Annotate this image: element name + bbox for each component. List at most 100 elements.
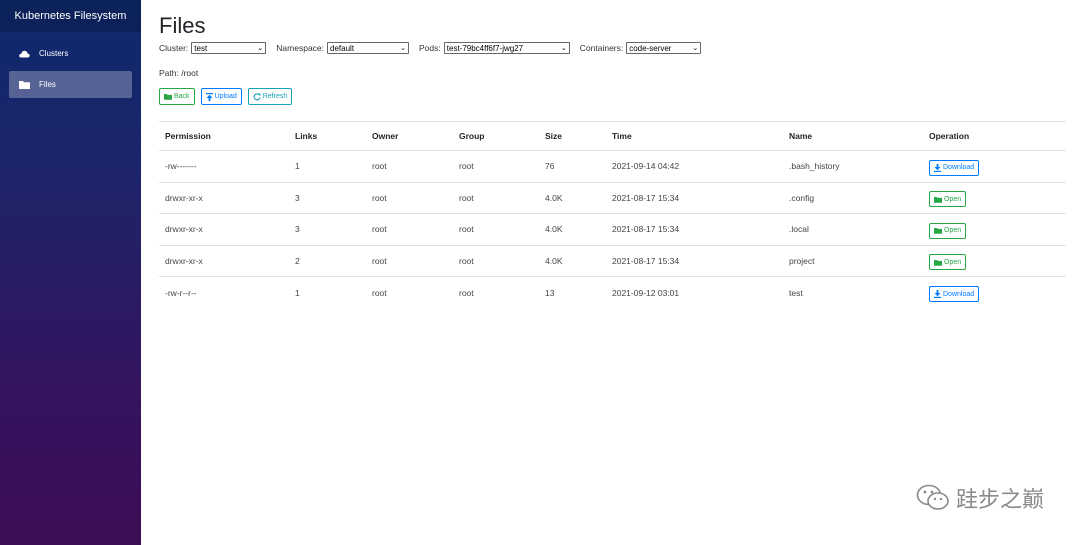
col-header-links: Links xyxy=(289,121,366,151)
col-header-permission: Permission xyxy=(159,121,289,151)
cell-operation: Open xyxy=(923,182,1066,214)
cell-permission: -rw-r--r-- xyxy=(165,287,197,298)
download-button[interactable]: Download xyxy=(929,286,980,302)
sidebar-item-label: Files xyxy=(39,80,56,89)
cell-links: 3 xyxy=(289,213,366,246)
watermark: 跬步之巅 xyxy=(916,482,1044,514)
cell-group: root xyxy=(453,150,539,183)
cell-permission: drwxr-xr-x xyxy=(159,182,289,214)
download-icon xyxy=(934,163,941,172)
cell-time: 2021-08-17 15:34 xyxy=(606,245,783,277)
main-content: Files Cluster: test ⌄ Namespace: default… xyxy=(159,0,1066,308)
watermark-text: 跬步之巅 xyxy=(955,487,1044,512)
namespace-label: Namespace: xyxy=(276,43,325,53)
download-icon xyxy=(934,290,941,298)
cell-name: .bash_history xyxy=(783,150,923,183)
containers-filter: Containers: code-server ⌄ xyxy=(579,42,702,54)
cell-operation: Download xyxy=(923,150,1066,183)
cell-links: 2 xyxy=(289,245,366,277)
cell-time: 2021-09-12 03:01 xyxy=(612,287,680,298)
table-row: drwxr-xr-x 3 root root 4.0K 2021-08-17 1… xyxy=(159,182,1066,214)
cell-operation: Download xyxy=(923,277,1066,309)
cluster-filter: Cluster: test ⌄ xyxy=(159,42,267,54)
cell-size: 4.0K xyxy=(539,245,606,277)
folder-icon xyxy=(18,79,30,91)
containers-label: Containers: xyxy=(579,43,624,53)
page-title: Files xyxy=(159,13,206,38)
upload-icon xyxy=(205,92,213,101)
cluster-select[interactable]: test ⌄ xyxy=(191,42,267,54)
containers-select[interactable]: code-server ⌄ xyxy=(626,42,702,54)
chevron-down-icon: ⌄ xyxy=(560,45,567,52)
col-header-name: Name xyxy=(783,121,923,151)
cell-name: project xyxy=(783,245,923,277)
chevron-down-icon: ⌄ xyxy=(692,45,699,52)
cell-group: root xyxy=(459,287,474,298)
table-header-row: Permission Links Owner Group Size Time N… xyxy=(159,121,1066,151)
refresh-icon xyxy=(253,92,261,101)
cell-permission: -rw------- xyxy=(159,150,289,183)
cell-group: root xyxy=(453,213,539,246)
cell-permission: drwxr-xr-x xyxy=(159,245,289,277)
col-header-group: Group xyxy=(453,121,539,151)
cell-time: 2021-08-17 15:34 xyxy=(606,182,783,214)
table-row: drwxr-xr-x 3 root root 4.0K 2021-08-17 1… xyxy=(159,213,1066,246)
cell-owner: root xyxy=(366,245,453,277)
cell-owner: root xyxy=(372,287,387,298)
toolbar: Back Upload Refresh xyxy=(159,88,1066,105)
chevron-down-icon: ⌄ xyxy=(257,45,264,52)
cell-time: 2021-09-14 04:42 xyxy=(606,150,783,183)
open-button[interactable]: Open xyxy=(929,191,967,208)
col-header-operation: Operation xyxy=(923,121,1066,151)
namespace-select-value: default xyxy=(330,43,355,53)
cell-size: 76 xyxy=(539,150,606,183)
col-header-time: Time xyxy=(606,121,783,151)
filter-bar: Cluster: test ⌄ Namespace: default ⌄ Pod… xyxy=(159,41,1066,55)
upload-label: Upload xyxy=(214,93,237,100)
open-label: Open xyxy=(944,195,962,203)
cell-size: 4.0K xyxy=(539,213,606,246)
cell-links: 1 xyxy=(289,150,366,183)
cell-links: 3 xyxy=(289,182,366,214)
cell-operation: Open xyxy=(923,245,1066,277)
open-button[interactable]: Open xyxy=(929,222,967,239)
namespace-select[interactable]: default ⌄ xyxy=(327,42,410,54)
table-row: drwxr-xr-x 2 root root 4.0K 2021-08-17 1… xyxy=(159,245,1066,277)
pods-select[interactable]: test-79bc4ff6f7-jwg27 ⌄ xyxy=(443,42,570,54)
refresh-label: Refresh xyxy=(262,93,288,100)
cell-size: 13 xyxy=(545,287,555,298)
sidebar: Kubernetes Filesystem Clusters Files xyxy=(0,0,141,545)
cloud-icon xyxy=(18,48,30,60)
folder-icon xyxy=(934,259,942,266)
folder-icon xyxy=(164,93,172,100)
cluster-select-value: test xyxy=(194,43,208,53)
download-button[interactable]: Download xyxy=(929,159,980,176)
current-path: Path: /root xyxy=(159,68,199,78)
refresh-button[interactable]: Refresh xyxy=(247,88,293,105)
cell-name: .config xyxy=(783,182,923,214)
col-header-size: Size xyxy=(539,121,606,151)
folder-icon xyxy=(934,227,942,235)
namespace-filter: Namespace: default ⌄ xyxy=(276,42,410,54)
sidebar-item-label: Clusters xyxy=(39,49,69,58)
sidebar-item-files[interactable]: Files xyxy=(9,71,132,98)
cell-operation: Open xyxy=(923,213,1066,246)
cell-owner: root xyxy=(366,213,453,246)
cell-owner: root xyxy=(366,150,453,183)
back-label: Back xyxy=(174,93,190,100)
cell-name: test xyxy=(789,287,803,298)
col-header-owner: Owner xyxy=(366,121,453,151)
sidebar-item-clusters[interactable]: Clusters xyxy=(9,40,132,67)
open-button[interactable]: Open xyxy=(929,254,967,271)
pods-filter: Pods: test-79bc4ff6f7-jwg27 ⌄ xyxy=(419,42,570,54)
download-label: Download xyxy=(943,164,975,172)
open-label: Open xyxy=(944,258,962,266)
upload-button[interactable]: Upload xyxy=(200,88,242,105)
back-button[interactable]: Back xyxy=(159,88,195,105)
wechat-icon xyxy=(916,484,950,512)
chevron-down-icon: ⌄ xyxy=(400,45,407,52)
download-label: Download xyxy=(943,290,975,298)
cell-group: root xyxy=(453,245,539,277)
pods-select-value: test-79bc4ff6f7-jwg27 xyxy=(446,43,524,53)
app-brand[interactable]: Kubernetes Filesystem xyxy=(0,0,141,32)
